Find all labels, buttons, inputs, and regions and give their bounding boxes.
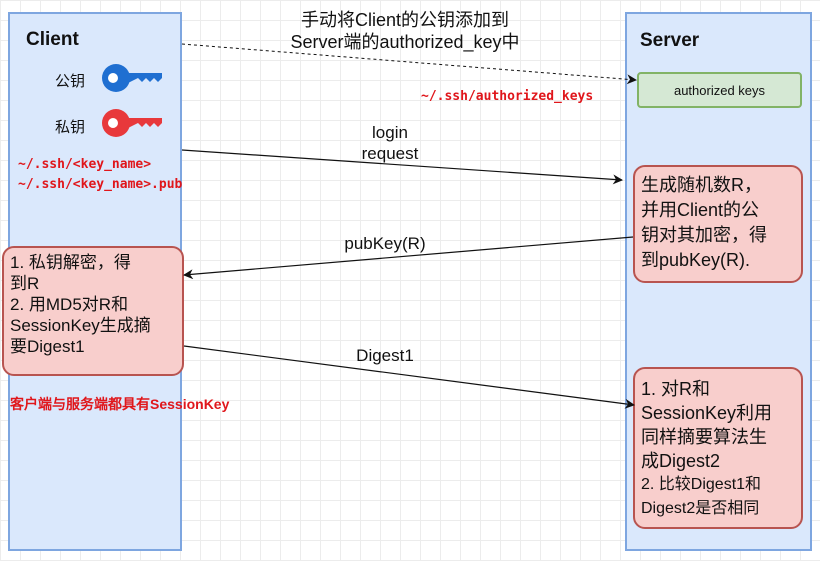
login-request-label: login request (340, 122, 440, 164)
connector-layer (181, 43, 637, 409)
login-request-line: request (361, 144, 419, 163)
login-request-line: login (372, 123, 408, 142)
pubkey-reply-label: pubKey(R) (344, 234, 426, 253)
add-key-line: Server端的authorized_key中 (290, 32, 520, 52)
add-key-label: 手动将Client的公钥添加到 Server端的authorized_key中 (255, 9, 555, 53)
digest1-label: Digest1 (356, 346, 414, 365)
add-key-line: 手动将Client的公钥添加到 (300, 10, 510, 30)
